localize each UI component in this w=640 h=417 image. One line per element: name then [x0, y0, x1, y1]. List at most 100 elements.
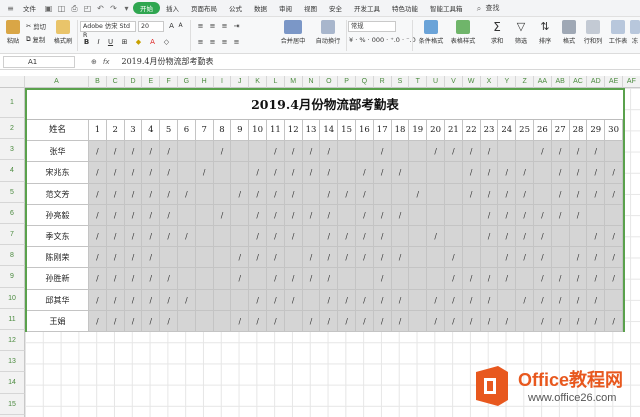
day-header-6[interactable]: 6	[178, 120, 196, 142]
attendance-cell[interactable]: /	[249, 247, 267, 269]
attendance-cell[interactable]: /	[587, 183, 606, 205]
attendance-cell[interactable]: /	[516, 183, 534, 205]
save-icon[interactable]: ▣	[44, 4, 53, 13]
column-header-d[interactable]: D	[124, 76, 143, 88]
conditional-format-button[interactable]: 条件格式	[416, 20, 446, 45]
attendance-cell[interactable]: /	[516, 204, 534, 226]
attendance-cell[interactable]: /	[569, 247, 588, 269]
tab-insert[interactable]: 插入	[160, 3, 185, 13]
attendance-cell[interactable]: /	[338, 183, 356, 205]
align-center-icon[interactable]: ≡	[208, 37, 217, 47]
column-header-h[interactable]: H	[195, 76, 214, 88]
attendance-cell[interactable]: /	[142, 183, 161, 205]
column-header-p[interactable]: P	[338, 76, 356, 88]
attendance-cell[interactable]	[516, 310, 534, 332]
column-header-ab[interactable]: AB	[551, 76, 570, 88]
attendance-cell[interactable]: /	[302, 247, 321, 269]
attendance-cell[interactable]: /	[462, 268, 481, 290]
attendance-cell[interactable]: /	[534, 226, 552, 248]
attendance-cell[interactable]: /	[373, 162, 392, 184]
attendance-cell[interactable]	[409, 204, 428, 226]
day-header-17[interactable]: 17	[373, 120, 392, 142]
open-icon[interactable]: ◫	[57, 4, 66, 13]
row-header-10[interactable]: 10	[0, 287, 25, 309]
attendance-cell[interactable]: /	[320, 247, 339, 269]
attendance-cell[interactable]: /	[302, 268, 321, 290]
attendance-cell[interactable]: /	[516, 162, 534, 184]
day-header-18[interactable]: 18	[391, 120, 410, 142]
align-middle-icon[interactable]: ≡	[208, 21, 217, 31]
attendance-cell[interactable]: /	[338, 310, 356, 332]
day-header-15[interactable]: 15	[338, 120, 356, 142]
attendance-cell[interactable]: /	[551, 289, 570, 311]
attendance-cell[interactable]: /	[302, 204, 321, 226]
column-header-s[interactable]: S	[391, 76, 410, 88]
table-style-button[interactable]: 表格样式	[448, 20, 478, 45]
attendance-cell[interactable]: /	[534, 204, 552, 226]
attendance-cell[interactable]: /	[249, 226, 267, 248]
column-header-w[interactable]: W	[462, 76, 481, 88]
attendance-cell[interactable]	[178, 204, 196, 226]
attendance-cell[interactable]: /	[480, 162, 499, 184]
attendance-cell[interactable]	[498, 141, 517, 163]
attendance-cell[interactable]	[213, 183, 232, 205]
attendance-cell[interactable]: /	[249, 183, 267, 205]
attendance-cell[interactable]: /	[587, 310, 606, 332]
attendance-cell[interactable]: /	[249, 162, 267, 184]
attendance-cell[interactable]	[195, 247, 214, 269]
align-left-icon[interactable]: ≡	[196, 37, 205, 47]
attendance-cell[interactable]	[551, 247, 570, 269]
attendance-cell[interactable]: /	[462, 183, 481, 205]
attendance-cell[interactable]: /	[160, 183, 178, 205]
column-header-q[interactable]: Q	[356, 76, 374, 88]
attendance-cell[interactable]: /	[142, 204, 161, 226]
attendance-cell[interactable]: /	[284, 268, 303, 290]
attendance-cell[interactable]: /	[516, 226, 534, 248]
attendance-cell[interactable]	[213, 162, 232, 184]
attendance-cell[interactable]: /	[213, 141, 232, 163]
day-header-22[interactable]: 22	[462, 120, 481, 142]
tab-data[interactable]: 数据	[248, 3, 273, 13]
sheet-title[interactable]: 2019.4月份物流部考勤表	[27, 90, 623, 120]
attendance-cell[interactable]: /	[551, 183, 570, 205]
attendance-cell[interactable]	[605, 204, 623, 226]
attendance-cell[interactable]: /	[356, 183, 374, 205]
attendance-cell[interactable]: /	[498, 268, 517, 290]
attendance-cell[interactable]: /	[124, 141, 143, 163]
attendance-cell[interactable]	[178, 247, 196, 269]
tab-review[interactable]: 审阅	[273, 3, 298, 13]
attendance-cell[interactable]	[409, 289, 428, 311]
day-header-26[interactable]: 26	[534, 120, 552, 142]
column-header-j[interactable]: J	[231, 76, 250, 88]
attendance-cell[interactable]	[178, 141, 196, 163]
attendance-cell[interactable]	[356, 141, 374, 163]
day-header-13[interactable]: 13	[302, 120, 321, 142]
day-header-8[interactable]: 8	[213, 120, 232, 142]
attendance-cell[interactable]: /	[373, 268, 392, 290]
row-header-3[interactable]: 3	[0, 139, 25, 161]
attendance-cell[interactable]: /	[89, 141, 107, 163]
attendance-cell[interactable]: /	[106, 183, 125, 205]
attendance-cell[interactable]: /	[605, 162, 623, 184]
attendance-cell[interactable]: /	[267, 247, 285, 269]
attendance-cell[interactable]: /	[534, 247, 552, 269]
cut-button[interactable]: ✂ 剪切	[26, 22, 46, 31]
attendance-cell[interactable]: /	[605, 183, 623, 205]
search-box[interactable]: ⌕ 查找	[473, 3, 500, 13]
row-header-14[interactable]: 14	[0, 372, 25, 394]
day-header-29[interactable]: 29	[587, 120, 606, 142]
column-header-k[interactable]: K	[249, 76, 267, 88]
attendance-cell[interactable]: /	[534, 289, 552, 311]
worksheet-button[interactable]: 工作表	[606, 20, 630, 45]
font-name-select[interactable]: Adobe 仿宋 Std R	[80, 21, 136, 39]
attendance-cell[interactable]: /	[302, 310, 321, 332]
attendance-cell[interactable]: /	[320, 162, 339, 184]
attendance-cell[interactable]	[391, 141, 410, 163]
underline-button[interactable]: U	[106, 37, 115, 47]
attendance-cell[interactable]	[160, 247, 178, 269]
paste-button[interactable]: 粘贴	[3, 20, 23, 45]
attendance-cell[interactable]	[213, 268, 232, 290]
wrap-text-button[interactable]: 自动换行	[313, 20, 343, 45]
attendance-cell[interactable]	[462, 204, 481, 226]
attendance-cell[interactable]: /	[462, 289, 481, 311]
